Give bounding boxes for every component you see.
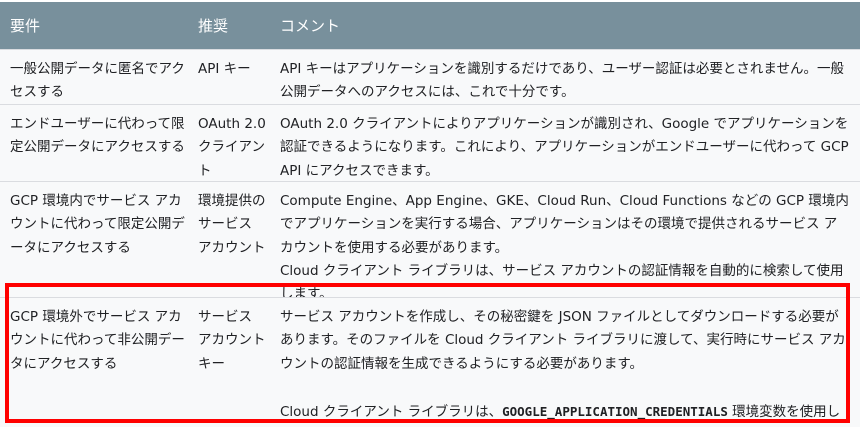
requirement-cell: エンドユーザーに代わって限定公開データにアクセスする bbox=[10, 116, 185, 156]
requirement-cell: GCP 環境外でサービス アカウントに代わって非公開データにアクセスする bbox=[10, 309, 185, 372]
comment-cell: API キーはアプリケーションを識別するだけであり、ユーザー認証は必要とされませ… bbox=[280, 61, 845, 101]
table-row: 一般公開データに匿名でアクセスする API キー API キーはアプリケーション… bbox=[0, 49, 860, 104]
recommended-cell: OAuth 2.0 クライアント bbox=[198, 116, 266, 179]
comment-cell: Compute Engine、App Engine、GKE、Cloud Run、… bbox=[280, 190, 850, 297]
table-row: GCP 環境外でサービス アカウントに代わって非公開データにアクセスする サービ… bbox=[0, 297, 860, 427]
comment-cell: OAuth 2.0 クライアントによりアプリケーションが識別され、Google … bbox=[280, 116, 849, 179]
header-requirement: 要件 bbox=[10, 17, 41, 35]
comment-paragraph: Cloud クライアント ライブラリは、サービス アカウントの認証情報を自動的に… bbox=[280, 262, 844, 297]
recommended-cell: API キー bbox=[198, 61, 251, 77]
header-recommended: 推奨 bbox=[198, 17, 229, 35]
recommended-cell: 環境提供のサービス アカウント bbox=[198, 193, 266, 256]
comment-text: Cloud クライアント ライブラリは、 bbox=[280, 403, 503, 420]
table-row: エンドユーザーに代わって限定公開データにアクセスする OAuth 2.0 クライ… bbox=[0, 104, 860, 181]
comment-paragraph: サービス アカウントを作成し、その秘密鍵を JSON ファイルとしてダウンロード… bbox=[280, 309, 846, 372]
requirement-cell: GCP 環境内でサービス アカウントに代わって限定公開データにアクセスする bbox=[10, 193, 185, 256]
recommended-cell: サービス アカウント キー bbox=[198, 309, 266, 372]
requirement-cell: 一般公開データに匿名でアクセスする bbox=[10, 61, 185, 101]
table-row: GCP 環境内でサービス アカウントに代わって限定公開データにアクセスする 環境… bbox=[0, 181, 860, 297]
env-var-code: GOOGLE_APPLICATION_CREDENTIALS bbox=[502, 403, 728, 419]
comment-paragraph: Compute Engine、App Engine、GKE、Cloud Run、… bbox=[280, 193, 849, 256]
header-comment: コメント bbox=[280, 17, 341, 35]
comment-cell: サービス アカウントを作成し、その秘密鍵を JSON ファイルとしてダウンロード… bbox=[280, 306, 850, 427]
table-header: 要件 推奨 コメント bbox=[0, 2, 860, 49]
comment-paragraph: Cloud クライアント ライブラリは、GOOGLE_APPLICATION_C… bbox=[280, 400, 850, 427]
